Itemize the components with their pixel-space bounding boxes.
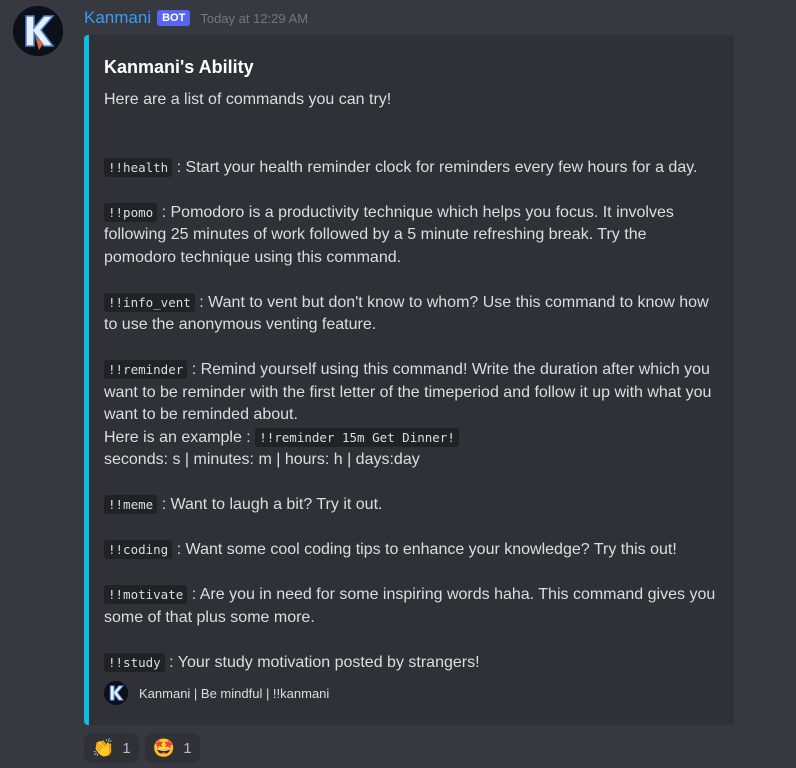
command-study: !!study : Your study motivation posted b…	[104, 652, 718, 675]
footer-avatar-icon	[104, 681, 128, 705]
command-description: : Remind yourself using this command! Wr…	[104, 361, 712, 423]
command-description: : Want to vent but don't know to whom? U…	[104, 293, 709, 334]
message-header: Kanmani BOT Today at 12:29 AM	[84, 6, 308, 30]
embed-card: Kanmani's Ability Here are a list of com…	[84, 35, 734, 725]
author-name[interactable]: Kanmani	[84, 8, 151, 28]
command-pomo: !!pomo : Pomodoro is a productivity tech…	[104, 202, 718, 270]
command-info-vent: !!info_vent : Want to vent but don't kno…	[104, 292, 718, 337]
command-code: !!coding	[104, 540, 173, 559]
command-description: : Are you in need for some inspiring wor…	[104, 586, 716, 626]
reaction-clap[interactable]: 👏 1	[84, 733, 139, 763]
embed-title: Kanmani's Ability	[104, 57, 254, 77]
reminder-example: Here is an example : !!reminder 15m Get …	[104, 427, 718, 450]
command-code: !!motivate	[104, 585, 188, 604]
embed-description: Here are a list of commands you can try!…	[104, 89, 718, 674]
command-health: !!health : Start your health reminder cl…	[104, 157, 718, 180]
intro-text: Here are a list of commands you can try!	[104, 91, 392, 108]
star-struck-icon: 🤩	[152, 738, 176, 758]
command-description: : Your study motivation posted by strang…	[164, 653, 480, 671]
example-code: !!reminder 15m Get Dinner!	[255, 427, 459, 447]
reaction-count: 1	[183, 739, 192, 757]
command-code: !!study	[104, 652, 165, 672]
bot-avatar[interactable]	[13, 6, 63, 56]
command-description: : Want to laugh a bit? Try it out.	[157, 496, 383, 513]
clapping-hands-icon: 👏	[92, 738, 115, 758]
command-reminder: !!reminder : Remind yourself using this …	[104, 359, 718, 427]
command-code: !!reminder	[104, 360, 188, 379]
command-coding: !!coding : Want some cool coding tips to…	[104, 539, 718, 562]
command-code: !!meme	[104, 495, 158, 514]
reactions-bar: 👏 1 🤩 1	[84, 733, 206, 763]
command-motivate: !!motivate : Are you in need for some in…	[104, 584, 718, 629]
command-description: : Start your health reminder clock for r…	[172, 158, 698, 176]
command-code: !!health	[104, 157, 173, 177]
command-description: : Pomodoro is a productivity technique w…	[104, 203, 674, 266]
timestamp[interactable]: Today at 12:29 AM	[200, 11, 308, 26]
embed-footer: Kanmani | Be mindful | !!kanmani	[104, 681, 329, 705]
reaction-count: 1	[122, 739, 131, 757]
command-meme: !!meme : Want to laugh a bit? Try it out…	[104, 494, 718, 517]
embed-accent-bar	[84, 35, 89, 725]
reaction-star-struck[interactable]: 🤩 1	[144, 733, 200, 763]
command-code: !!pomo	[104, 202, 158, 222]
reminder-units: seconds: s | minutes: m | hours: h | day…	[104, 451, 420, 468]
example-label: Here is an example :	[104, 428, 256, 446]
command-code: !!info_vent	[104, 292, 195, 312]
footer-text: Kanmani | Be mindful | !!kanmani	[139, 685, 330, 701]
bot-badge: BOT	[157, 10, 191, 26]
command-description: : Want some cool coding tips to enhance …	[172, 541, 677, 558]
